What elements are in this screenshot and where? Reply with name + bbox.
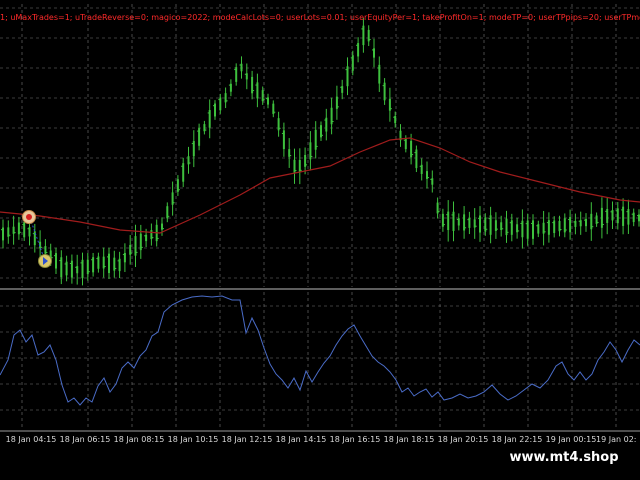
price-chart[interactable] — [0, 0, 640, 480]
sell-arrow-icon[interactable] — [22, 210, 36, 224]
buy-arrow-icon[interactable] — [38, 254, 52, 268]
oscillator-line — [0, 295, 640, 406]
site-watermark: www.mt4.shop — [496, 446, 632, 470]
price-candles — [1, 18, 640, 286]
sell-marker-core — [26, 214, 32, 220]
